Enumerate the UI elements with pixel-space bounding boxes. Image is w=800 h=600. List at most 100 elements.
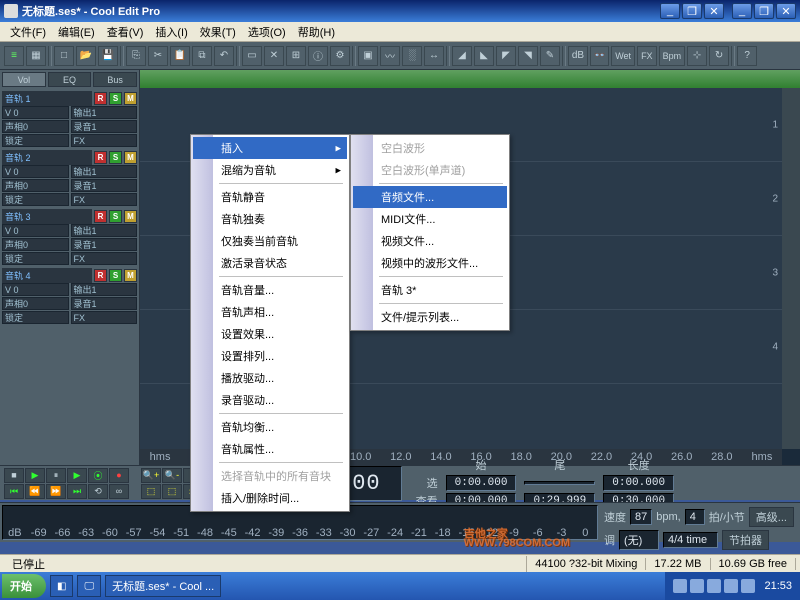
zoom-in-h-button[interactable]: 🔍+ [141, 468, 161, 483]
solo-button[interactable]: S [109, 210, 122, 223]
ctx-solo[interactable]: 音轨独奏 [193, 208, 347, 230]
ctx-audio-file[interactable]: 音频文件... [353, 186, 507, 208]
mute-button[interactable]: M [124, 210, 137, 223]
pan-cell[interactable]: 声相0 [2, 238, 69, 251]
volume-cell[interactable]: V 0 [2, 106, 69, 119]
ctx-fx[interactable]: 设置效果... [193, 323, 347, 345]
mode-multitrack-icon[interactable]: ▦ [26, 46, 46, 66]
ctx-ins-del-time[interactable]: 插入/删除时间... [193, 487, 347, 509]
close-button[interactable]: ✕ [704, 3, 724, 19]
pan-cell[interactable]: 声相0 [2, 179, 69, 192]
output-cell[interactable]: 输出1 [71, 106, 138, 119]
ctx-mixdown[interactable]: 混缩为音轨▸ [193, 159, 347, 181]
mode-edit-icon[interactable]: ≡ [4, 46, 24, 66]
ctx-volume[interactable]: 音轨音量... [193, 279, 347, 301]
move-icon[interactable]: ↔ [424, 46, 444, 66]
ctx-insert[interactable]: 插入▸ [193, 137, 347, 159]
lock-cell[interactable]: 锁定 [2, 252, 69, 265]
lock-cell[interactable]: 锁定 [2, 193, 69, 206]
ctx-solo-current[interactable]: 仅独奏当前音轨 [193, 230, 347, 252]
group-icon[interactable]: ▭ [242, 46, 262, 66]
tray-icon[interactable] [741, 579, 755, 593]
output-cell[interactable]: 输出1 [71, 165, 138, 178]
rewind-button[interactable]: ⏪ [25, 484, 45, 499]
punch-button[interactable]: ⟲ [88, 484, 108, 499]
mute-button[interactable]: M [124, 92, 137, 105]
envelope-icon[interactable]: 〰 [380, 46, 400, 66]
ctx-playdev[interactable]: 播放驱动... [193, 367, 347, 389]
record-arm-button[interactable]: R [94, 269, 107, 282]
open-icon[interactable]: 📂 [76, 46, 96, 66]
settings-icon[interactable]: ⚙ [330, 46, 350, 66]
go-start-button[interactable]: ⏮ [4, 484, 24, 499]
ctx-video-file[interactable]: 视频文件... [353, 230, 507, 252]
copy-icon[interactable]: ⎘ [126, 46, 146, 66]
ctx-cue-list[interactable]: 文件/提示列表... [353, 306, 507, 328]
restore-button[interactable]: ❐ [682, 3, 702, 19]
output-cell[interactable]: 输出1 [71, 224, 138, 237]
overview-bar[interactable] [140, 70, 800, 88]
rec-cell[interactable]: 录音1 [71, 120, 138, 133]
loop-toggle-button[interactable]: ∞ [109, 484, 129, 499]
menu-edit[interactable]: 编辑(E) [52, 22, 101, 42]
tempo-env-icon[interactable]: ◥ [518, 46, 538, 66]
taskbar-quick-icon[interactable]: 🖵 [77, 575, 101, 597]
key-value[interactable]: (无) [619, 530, 659, 550]
rec-cell[interactable]: 录音1 [71, 297, 138, 310]
zoom-in-left-button[interactable]: ⬚ [141, 484, 161, 499]
ctx-mute[interactable]: 音轨静音 [193, 186, 347, 208]
undo-icon[interactable]: ↶ [214, 46, 234, 66]
lock-cell[interactable]: 锁定 [2, 311, 69, 324]
ctx-midi-file[interactable]: MIDI文件... [353, 208, 507, 230]
menu-view[interactable]: 查看(V) [101, 22, 150, 42]
new-icon[interactable]: □ [54, 46, 74, 66]
menu-insert[interactable]: 插入(I) [149, 22, 193, 42]
record-arm-button[interactable]: R [94, 92, 107, 105]
sel-len[interactable]: 0:00.000 [603, 475, 674, 491]
stop-button[interactable]: ■ [4, 468, 24, 483]
beat-value[interactable]: 4 [685, 509, 705, 525]
vertical-scrollbar[interactable] [782, 88, 800, 449]
taskbar-quick-icon[interactable]: ◧ [50, 575, 73, 597]
pan-cell[interactable]: 声相0 [2, 297, 69, 310]
edit-env-icon[interactable]: ✎ [540, 46, 560, 66]
tray-icon[interactable] [724, 579, 738, 593]
play-button[interactable]: ▶ [25, 468, 45, 483]
go-end-button[interactable]: ⏭ [67, 484, 87, 499]
metronome-button[interactable]: 节拍器 [722, 530, 769, 550]
mute-button[interactable]: M [124, 269, 137, 282]
ctx-pan[interactable]: 音轨声相... [193, 301, 347, 323]
snap-icon[interactable]: ⊹ [687, 46, 707, 66]
fx-icon[interactable]: FX [637, 46, 657, 66]
record-arm-button[interactable]: R [94, 151, 107, 164]
volume-cell[interactable]: V 0 [2, 224, 69, 237]
help-icon[interactable]: ? [737, 46, 757, 66]
minimize-button[interactable]: _ [660, 3, 680, 19]
ctx-recdev[interactable]: 录音驱动... [193, 389, 347, 411]
ctx-track-3[interactable]: 音轨 3* [353, 279, 507, 301]
bpm-icon[interactable]: Bpm [659, 46, 686, 66]
tray-icon[interactable] [673, 579, 687, 593]
mute-button[interactable]: M [124, 151, 137, 164]
advanced-button[interactable]: 高级... [749, 507, 794, 527]
info-icon[interactable]: ⓘ [308, 46, 328, 66]
pause-button[interactable]: ⏸ [46, 468, 66, 483]
fx-cell[interactable]: FX [71, 311, 138, 324]
zoom-out-h-button[interactable]: 🔍- [162, 468, 182, 483]
solo-button[interactable]: S [109, 92, 122, 105]
lr-icon[interactable]: 👓 [590, 46, 609, 66]
trim-icon[interactable]: ✕ [264, 46, 284, 66]
ctx-arrange[interactable]: 设置排列... [193, 345, 347, 367]
ctx-wave-in-video[interactable]: 视频中的波形文件... [353, 252, 507, 274]
vol-env-icon[interactable]: ◢ [452, 46, 472, 66]
system-tray[interactable]: 21:53 [665, 572, 800, 600]
fx-cell[interactable]: FX [71, 193, 138, 206]
mix-paste-icon[interactable]: ⧉ [192, 46, 212, 66]
track-name[interactable]: 音轨 1 [2, 91, 92, 106]
ctx-eq[interactable]: 音轨均衡... [193, 416, 347, 438]
track-name[interactable]: 音轨 4 [2, 268, 92, 283]
pan-cell[interactable]: 声相0 [2, 120, 69, 133]
track-name[interactable]: 音轨 2 [2, 150, 92, 165]
tray-icon[interactable] [690, 579, 704, 593]
menu-options[interactable]: 选项(O) [242, 22, 292, 42]
